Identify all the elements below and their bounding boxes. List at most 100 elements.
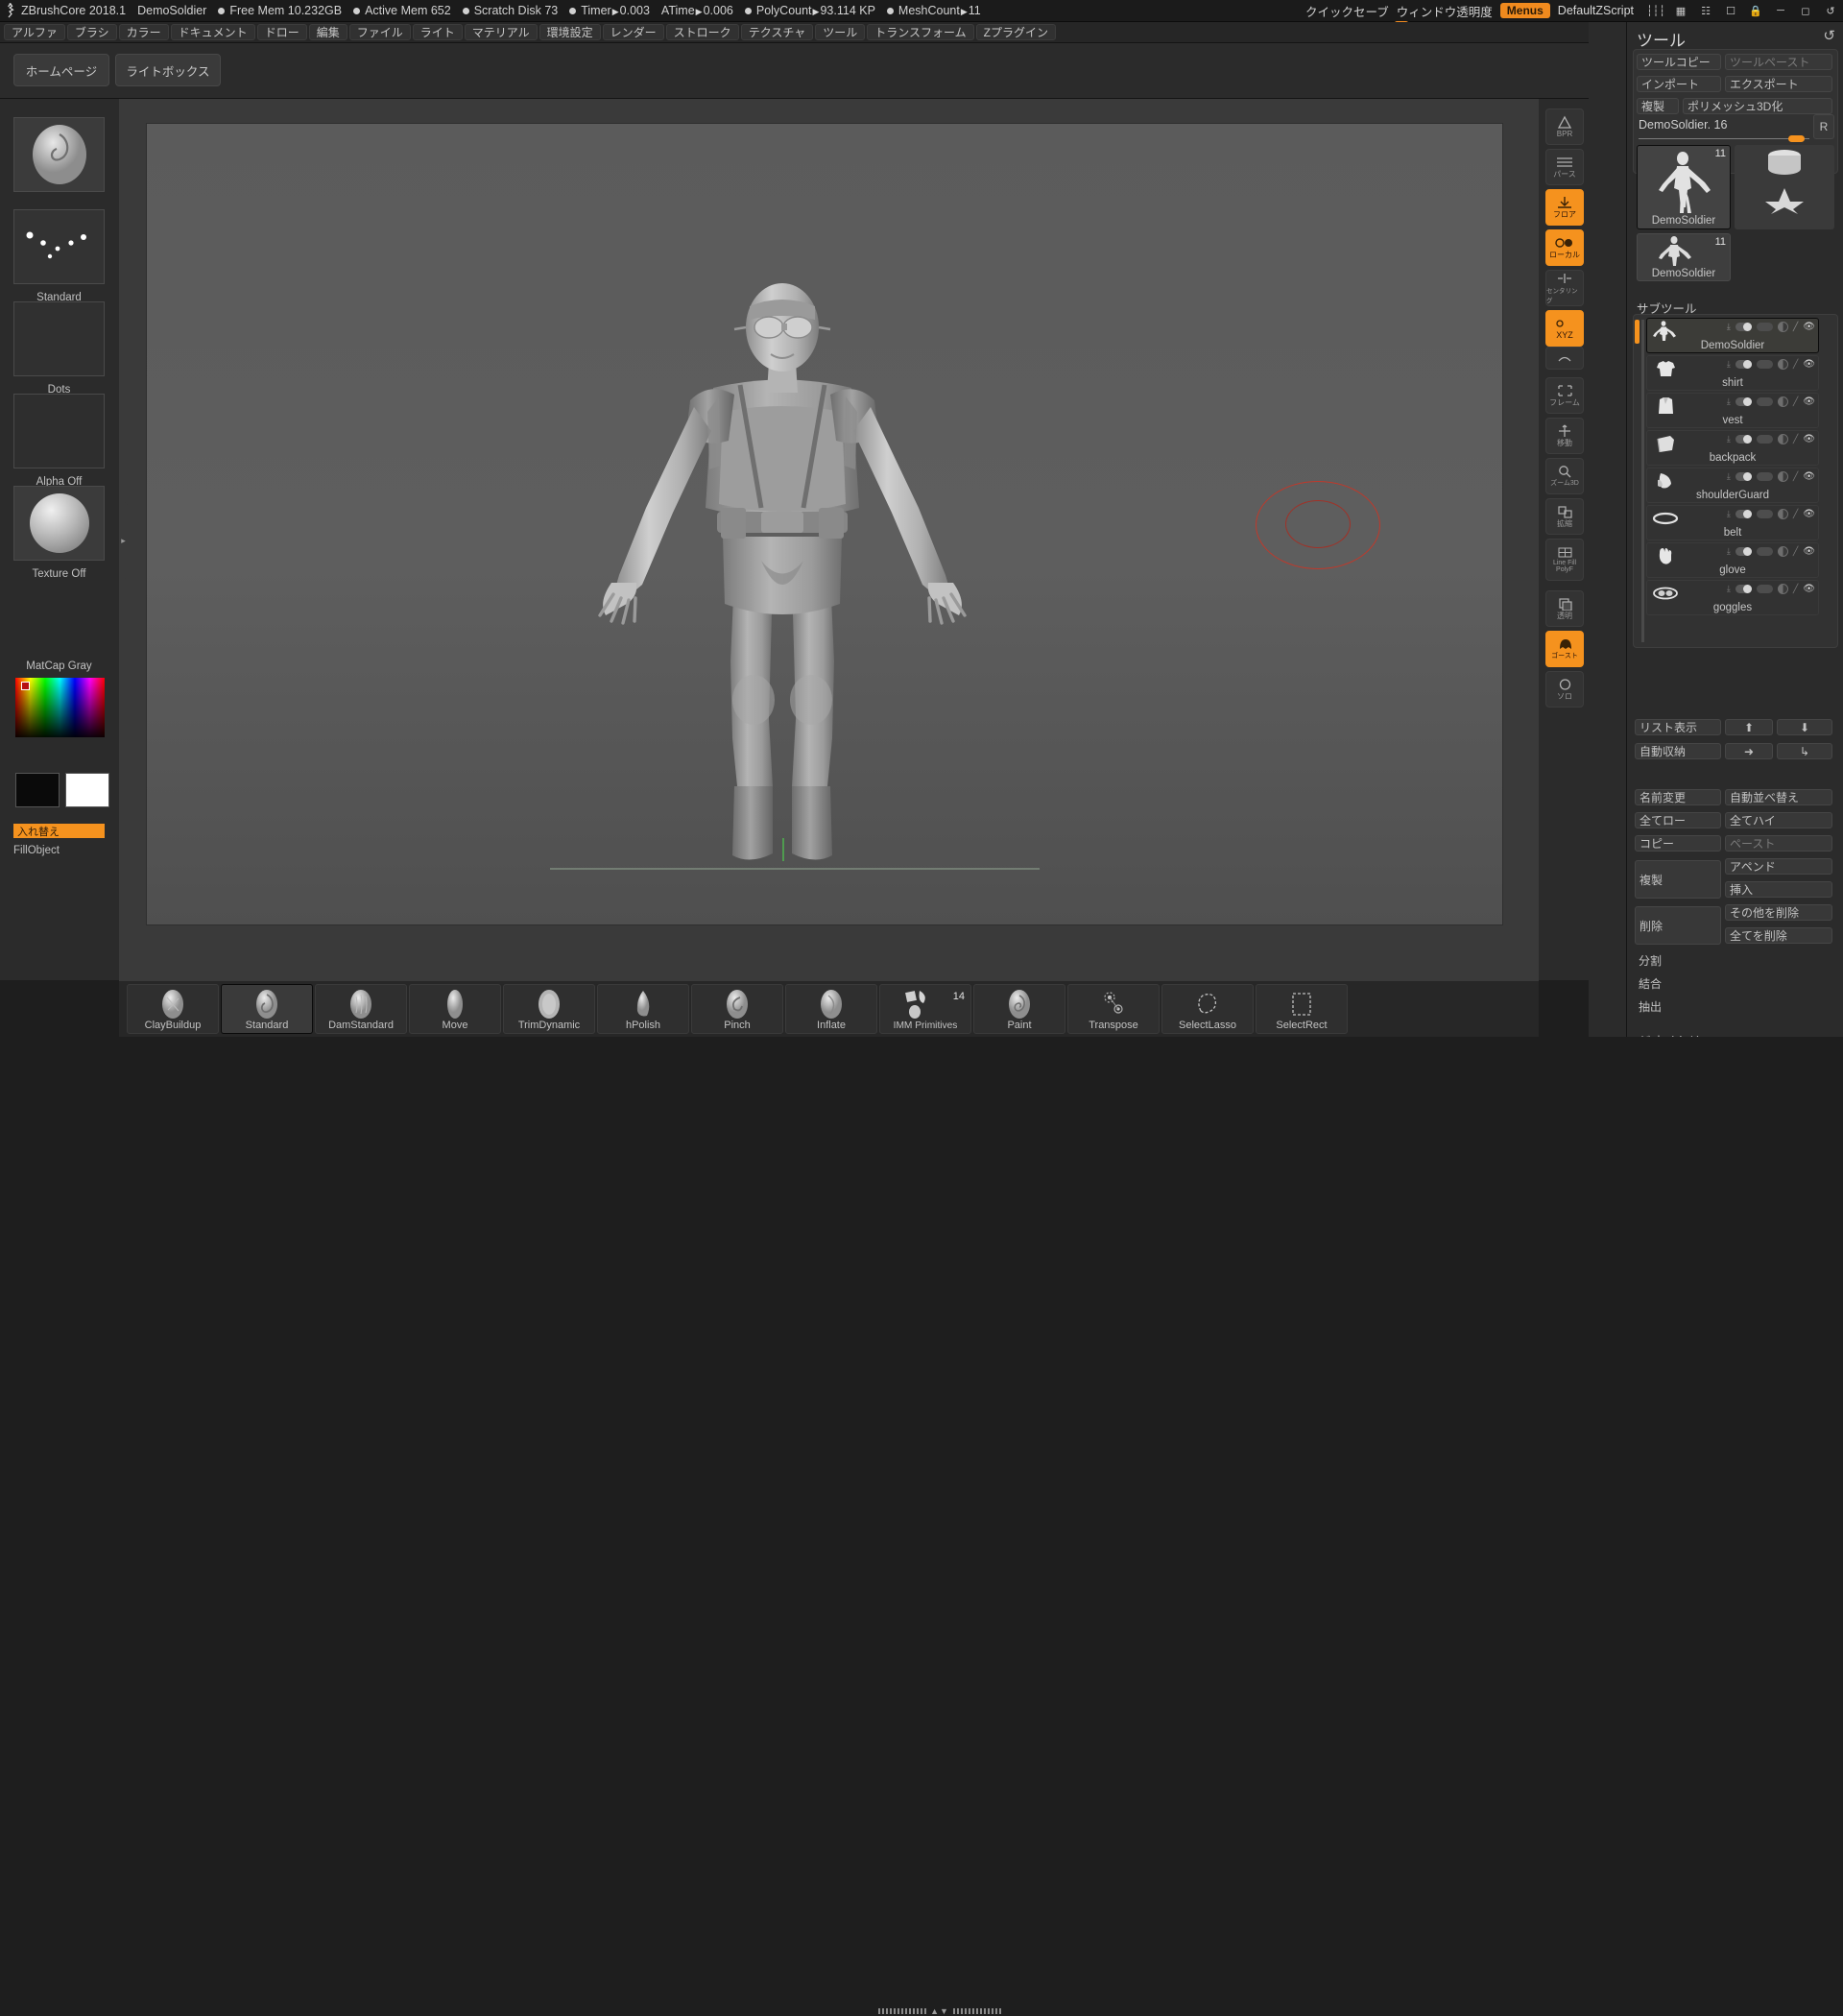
menu-file[interactable]: ファイル (349, 24, 411, 40)
polypaint-toggle-icon[interactable] (1757, 435, 1773, 444)
copy-button[interactable]: コピー (1635, 835, 1721, 852)
menus-button[interactable]: Menus (1500, 3, 1550, 18)
item-slider-knob[interactable] (1788, 135, 1805, 142)
scale3d-button[interactable]: 拡縮 (1545, 498, 1584, 535)
smooth-icon[interactable]: ⤓ (1727, 396, 1731, 407)
all-low-button[interactable]: 全てロー (1635, 812, 1721, 828)
tool-thumb-cylinder3d[interactable]: Cylinder3D (1735, 145, 1834, 191)
subtool-row-icons[interactable]: ⤓ ╱ 👁 (1727, 396, 1815, 407)
lightbox-button[interactable]: ライトボックス (115, 54, 221, 86)
menu-color[interactable]: カラー (119, 24, 169, 40)
menu-alpha[interactable]: アルファ (4, 24, 65, 40)
maximize-button[interactable]: ◻ (1797, 3, 1814, 19)
subtool-row-shoulderguard[interactable]: ⤓ ╱ 👁 shoulderGuard (1646, 468, 1819, 503)
menu-tool[interactable]: ツール (815, 24, 865, 40)
polypaint-toggle-icon[interactable] (1757, 547, 1773, 556)
transparency-toggle-icon[interactable] (1778, 546, 1788, 557)
eye-icon[interactable]: 👁 (1803, 471, 1815, 482)
paint-icon[interactable]: ╱ (1793, 546, 1798, 557)
tool-paste-button[interactable]: ツールペースト (1725, 54, 1832, 70)
eye-icon[interactable]: 👁 (1803, 359, 1815, 370)
menu-material[interactable]: マテリアル (465, 24, 538, 40)
perspective-button[interactable]: パース (1545, 149, 1584, 185)
smooth-icon[interactable]: ⤓ (1727, 471, 1731, 482)
delete-others-button[interactable]: その他を削除 (1725, 904, 1832, 921)
brush-move[interactable]: Move (409, 984, 501, 1034)
item-r-button[interactable]: R (1813, 114, 1834, 139)
transparency-button[interactable]: 透明 (1545, 590, 1584, 627)
left-tray-handle[interactable]: ▸ (119, 502, 128, 579)
tool-copy-button[interactable]: ツールコピー (1637, 54, 1721, 70)
smooth-icon[interactable]: ⤓ (1727, 546, 1731, 557)
split-button[interactable]: 分割 (1635, 952, 1832, 969)
brush-inflate[interactable]: Inflate (785, 984, 877, 1034)
transparency-toggle-icon[interactable] (1778, 509, 1788, 519)
visibility-toggle-icon[interactable] (1735, 585, 1752, 593)
paint-icon[interactable]: ╱ (1793, 434, 1798, 444)
menu-draw[interactable]: ドロー (257, 24, 307, 40)
subtool-scrollbar[interactable] (1641, 320, 1644, 642)
subtool-row-backpack[interactable]: ⤓ ╱ 👁 backpack (1646, 430, 1819, 466)
menu-stroke[interactable]: ストローク (666, 24, 739, 40)
menu-texture[interactable]: テクスチャ (741, 24, 814, 40)
subtool-row-icons[interactable]: ⤓ ╱ 👁 (1727, 509, 1815, 519)
visibility-toggle-icon[interactable] (1735, 360, 1752, 369)
brush-damstandard[interactable]: DamStandard (315, 984, 407, 1034)
transparency-toggle-icon[interactable] (1778, 471, 1788, 482)
subtool-row-shirt[interactable]: ⤓ ╱ 👁 shirt (1646, 355, 1819, 391)
subtool-scroll-marker[interactable] (1635, 320, 1640, 344)
tool-thumb-demosoldier[interactable]: 11 DemoSoldier (1637, 145, 1731, 229)
elevation-button[interactable] (1545, 347, 1584, 370)
brush-claybuildup[interactable]: ClayBuildup (127, 984, 219, 1034)
subtool-row-belt[interactable]: ⤓ ╱ 👁 belt (1646, 505, 1819, 540)
viewport-canvas[interactable] (146, 123, 1503, 925)
current-stroke-swatch[interactable] (13, 209, 105, 284)
eye-icon[interactable]: 👁 (1803, 546, 1815, 557)
subtool-row-icons[interactable]: ⤓ ╱ 👁 (1727, 434, 1815, 444)
quicksave-button[interactable]: クイックセーブ (1305, 2, 1389, 20)
subtool-row-glove[interactable]: ⤓ ╱ 👁 glove (1646, 542, 1819, 578)
append-button[interactable]: アペンド (1725, 858, 1832, 875)
subtool-row-demosoldier[interactable]: ⤓ ╱ 👁 DemoSoldier (1646, 318, 1819, 353)
menu-brush[interactable]: ブラシ (67, 24, 117, 40)
smooth-icon[interactable]: ⤓ (1727, 322, 1731, 332)
homepage-button[interactable]: ホームページ (13, 54, 109, 86)
floor-button[interactable]: フロア (1545, 189, 1584, 226)
polypaint-toggle-icon[interactable] (1757, 585, 1773, 593)
brush-trimdynamic[interactable]: TrimDynamic (503, 984, 595, 1034)
visibility-toggle-icon[interactable] (1735, 323, 1752, 331)
brush-pinch[interactable]: Pinch (691, 984, 783, 1034)
delete-button[interactable]: 削除 (1635, 906, 1721, 945)
smooth-icon[interactable]: ⤓ (1727, 359, 1731, 370)
paste-button[interactable]: ペースト (1725, 835, 1832, 852)
visibility-toggle-icon[interactable] (1735, 397, 1752, 406)
subtool-row-icons[interactable]: ⤓ ╱ 👁 (1727, 322, 1815, 332)
paint-icon[interactable]: ╱ (1793, 509, 1798, 519)
menu-light[interactable]: ライト (413, 24, 463, 40)
color-swatch-white[interactable] (65, 773, 109, 807)
rename-button[interactable]: 名前変更 (1635, 789, 1721, 805)
insert-button[interactable]: 挿入 (1725, 881, 1832, 898)
menu-zplugin[interactable]: Zプラグイン (976, 24, 1056, 40)
color-swatches[interactable] (15, 773, 109, 807)
polypaint-toggle-icon[interactable] (1757, 472, 1773, 481)
paint-icon[interactable]: ╱ (1793, 322, 1798, 332)
clone-button[interactable]: 複製 (1637, 98, 1679, 114)
smooth-icon[interactable]: ⤓ (1727, 509, 1731, 519)
geometry-section-title[interactable]: ジオメトリ (1635, 1032, 1832, 1037)
menu-render[interactable]: レンダー (603, 24, 664, 40)
list-up-button[interactable]: ⬆ (1725, 719, 1773, 735)
subtool-row-icons[interactable]: ⤓ ╱ 👁 (1727, 471, 1815, 482)
all-high-button[interactable]: 全てハイ (1725, 812, 1832, 828)
brush-hpolish[interactable]: hPolish (597, 984, 689, 1034)
zoom3d-button[interactable]: ズーム3D (1545, 458, 1584, 494)
transparency-toggle-icon[interactable] (1778, 359, 1788, 370)
swap-colors-button[interactable]: 入れ替え (13, 824, 105, 838)
default-zscript-label[interactable]: DefaultZScript (1558, 4, 1634, 17)
current-material-swatch[interactable] (13, 486, 105, 561)
xyz-button[interactable]: XYZ (1545, 310, 1584, 347)
paint-icon[interactable]: ╱ (1793, 359, 1798, 370)
tool-thumb-demosoldier-2[interactable]: 11 DemoSoldier (1637, 233, 1731, 281)
move-button[interactable]: 移動 (1545, 418, 1584, 454)
subtool-row-vest[interactable]: ⤓ ╱ 👁 vest (1646, 393, 1819, 428)
